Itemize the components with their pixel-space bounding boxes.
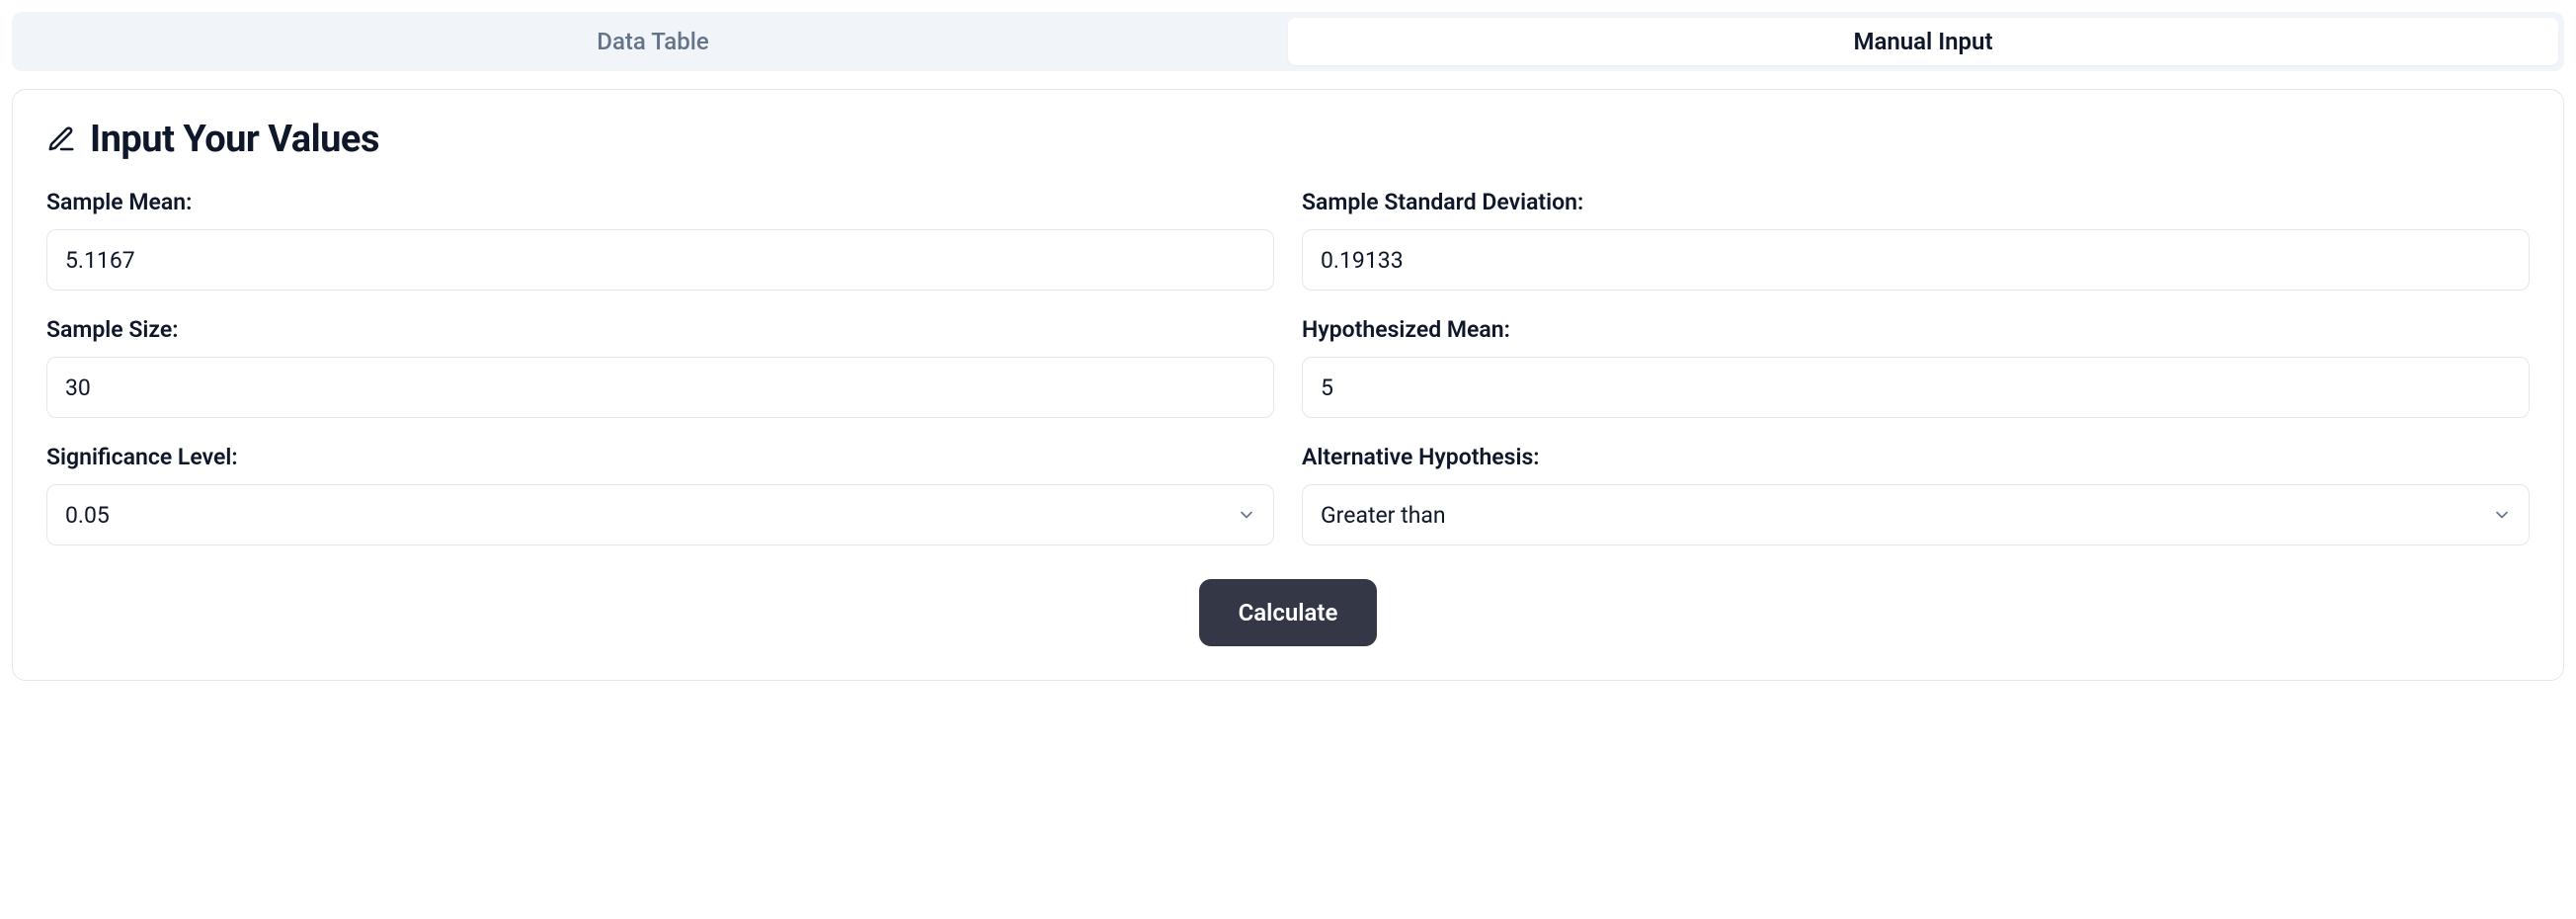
alt-hyp-select-wrap	[1302, 484, 2530, 545]
label-sample-mean: Sample Mean:	[46, 189, 1274, 215]
form-grid: Sample Mean: Sample Standard Deviation: …	[46, 189, 2530, 545]
label-sig-level: Significance Level:	[46, 444, 1274, 470]
pencil-icon	[46, 125, 76, 154]
input-card: Input Your Values Sample Mean: Sample St…	[12, 89, 2564, 681]
tab-data-table[interactable]: Data Table	[18, 18, 1288, 65]
label-sample-std: Sample Standard Deviation:	[1302, 189, 2530, 215]
group-sig-level: Significance Level:	[46, 444, 1274, 545]
sample-mean-input[interactable]	[46, 229, 1274, 291]
alt-hyp-select[interactable]	[1302, 484, 2530, 545]
group-hyp-mean: Hypothesized Mean:	[1302, 316, 2530, 418]
sig-level-select-wrap	[46, 484, 1274, 545]
hyp-mean-input[interactable]	[1302, 357, 2530, 418]
group-alt-hyp: Alternative Hypothesis:	[1302, 444, 2530, 545]
sample-std-input[interactable]	[1302, 229, 2530, 291]
card-header: Input Your Values	[46, 118, 2530, 161]
calculate-button[interactable]: Calculate	[1199, 579, 1378, 646]
sig-level-select[interactable]	[46, 484, 1274, 545]
label-sample-size: Sample Size:	[46, 316, 1274, 343]
group-sample-size: Sample Size:	[46, 316, 1274, 418]
label-hyp-mean: Hypothesized Mean:	[1302, 316, 2530, 343]
card-title: Input Your Values	[90, 118, 379, 161]
sample-size-input[interactable]	[46, 357, 1274, 418]
group-sample-mean: Sample Mean:	[46, 189, 1274, 291]
group-sample-std: Sample Standard Deviation:	[1302, 189, 2530, 291]
button-row: Calculate	[46, 579, 2530, 646]
tab-bar: Data Table Manual Input	[12, 12, 2564, 71]
label-alt-hyp: Alternative Hypothesis:	[1302, 444, 2530, 470]
tab-manual-input[interactable]: Manual Input	[1288, 18, 2558, 65]
